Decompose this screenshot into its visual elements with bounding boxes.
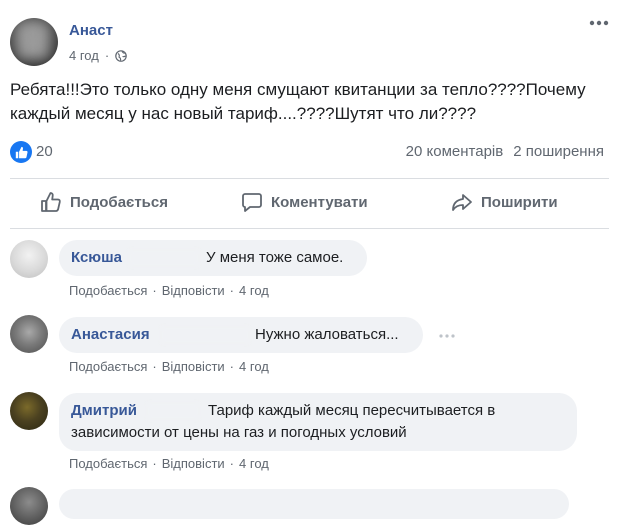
share-button-label: Поширити [481, 193, 558, 211]
comment-button-label: Коментувати [271, 193, 368, 211]
comment-bubble [59, 489, 569, 519]
like-reaction-icon[interactable] [10, 141, 32, 163]
name-redaction [116, 16, 130, 40]
post-stats: 20 коментарів 2 поширення [406, 143, 604, 160]
divider [10, 228, 609, 229]
separator-dot: · [152, 456, 157, 471]
separator-dot: · [104, 48, 110, 63]
comment-button[interactable]: Коментувати [241, 186, 368, 218]
comment-like-link[interactable]: Подобається [69, 456, 147, 471]
share-button[interactable]: Поширити [451, 186, 558, 218]
post-meta: 4 год · [69, 48, 127, 63]
comment-like-link[interactable]: Подобається [69, 359, 147, 374]
separator-dot: · [229, 359, 235, 374]
comment-actions: Подобається · Відповісти · 4 год [69, 283, 269, 298]
post-text: Ребята!!!Это только одну меня смущают кв… [10, 80, 586, 123]
comment-reply-link[interactable]: Відповісти [162, 359, 225, 374]
name-redaction [161, 327, 249, 343]
comment-bubble: Дмитрий Тариф каждый месяц пересчитывает… [59, 393, 577, 451]
divider [10, 178, 609, 179]
comment-bubble: Ксюша У меня тоже самое. [59, 240, 367, 276]
comment-time[interactable]: 4 год [239, 359, 269, 374]
post-author-name[interactable]: Анаст [69, 22, 113, 39]
like-button-label: Подобається [70, 193, 168, 211]
separator-dot: · [152, 283, 157, 298]
comment-time[interactable]: 4 год [239, 283, 269, 298]
comment-reply-link[interactable]: Відповісти [162, 456, 225, 471]
comment-text-continued: зависимости от цены на газ и погодных ус… [71, 424, 407, 441]
more-options-icon[interactable] [589, 20, 609, 26]
thumbs-up-icon [40, 191, 62, 213]
share-arrow-icon [451, 191, 473, 213]
post-author-avatar[interactable] [10, 18, 58, 66]
separator-dot: · [229, 456, 235, 471]
like-button[interactable]: Подобається [40, 186, 168, 218]
globe-icon[interactable] [115, 49, 127, 62]
comment-text: Тариф каждый месяц пересчитывается в [208, 402, 496, 419]
commenter-avatar[interactable] [10, 315, 48, 353]
commenter-name[interactable]: Анастасия [71, 326, 150, 343]
commenter-name[interactable]: Ксюша [71, 249, 122, 266]
commenter-avatar[interactable] [10, 392, 48, 430]
comment-actions: Подобається · Відповісти · 4 год [69, 456, 269, 471]
commenter-name[interactable]: Дмитрий [71, 402, 137, 419]
shares-count[interactable]: 2 поширення [513, 143, 604, 160]
comment-actions: Подобається · Відповісти · 4 год [69, 359, 269, 374]
reactions-count[interactable]: 20 [36, 143, 53, 160]
comment-icon [241, 191, 263, 213]
comment-time[interactable]: 4 год [239, 456, 269, 471]
comment-like-link[interactable]: Подобається [69, 283, 147, 298]
comment-text: Нужно жаловаться... [255, 326, 399, 343]
post-time[interactable]: 4 год [69, 48, 99, 63]
commenter-avatar[interactable] [10, 240, 48, 278]
comment-reply-link[interactable]: Відповісти [162, 283, 225, 298]
separator-dot: · [152, 359, 157, 374]
name-redaction [147, 403, 199, 419]
comments-count[interactable]: 20 коментарів [406, 143, 504, 160]
comment-bubble: Анастасия Нужно жаловаться... [59, 317, 423, 353]
name-redaction [129, 250, 199, 266]
comment-text: У меня тоже самое. [206, 249, 344, 266]
comment-options-icon[interactable] [439, 334, 455, 338]
separator-dot: · [229, 283, 235, 298]
